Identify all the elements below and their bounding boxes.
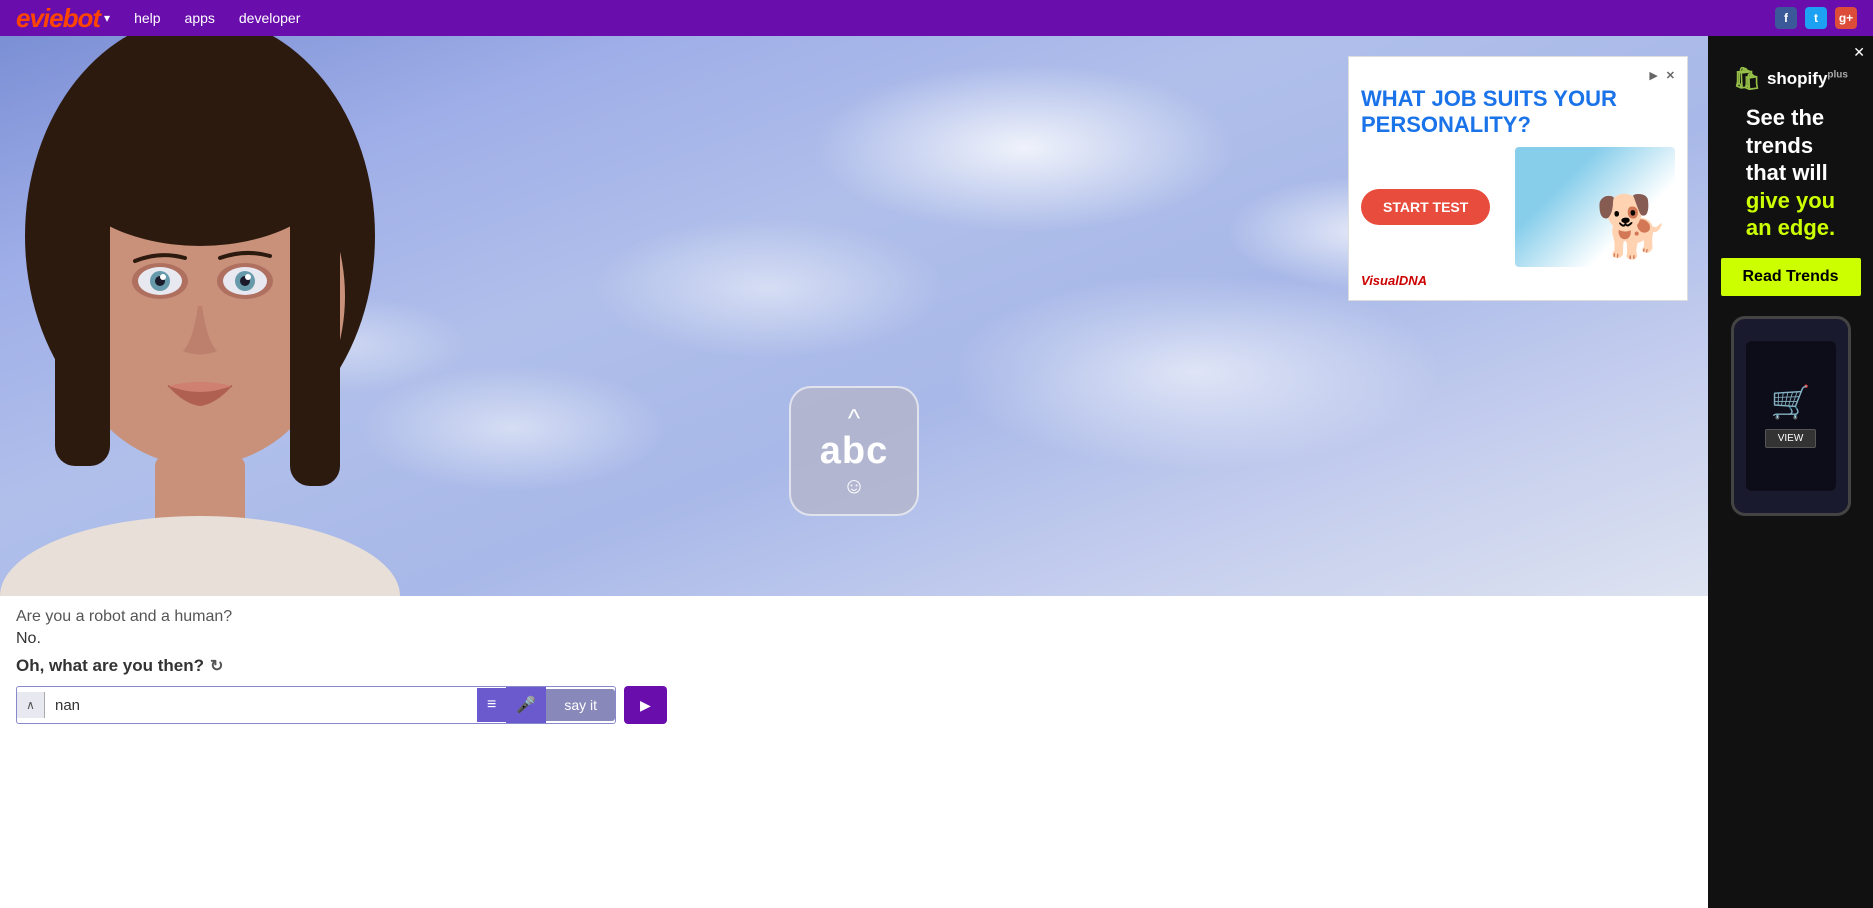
phone-screen: 🛒 VIEW <box>1746 341 1836 491</box>
chat-followup: Oh, what are you then? ↻ <box>16 656 1692 676</box>
sidebar-close-icon[interactable]: ✕ <box>1853 44 1865 61</box>
phone-view-button[interactable]: VIEW <box>1765 429 1817 448</box>
tagline-line3: that will <box>1746 160 1828 185</box>
logo-text: eviebot <box>16 3 100 34</box>
ad-content-row: START TEST <box>1361 147 1675 267</box>
scroll-up-button[interactable]: ∧ <box>17 692 45 718</box>
shopify-logo-area: 🛍 shopifyplus <box>1733 66 1848 92</box>
menu-icon-button[interactable]: ≡ <box>477 688 506 722</box>
ad-banner: ▶ ✕ WHAT JOB SUITS YOUR PERSONALITY? STA… <box>1348 56 1688 301</box>
chat-answer: No. <box>16 630 1692 648</box>
ad-brand-label: VisualDNA <box>1361 273 1675 288</box>
phone-mockup: 🛒 VIEW <box>1731 316 1851 516</box>
nav-developer-link[interactable]: developer <box>239 10 301 26</box>
abc-smile-icon: ☺ <box>843 473 865 499</box>
mic-icon-button[interactable]: 🎤 <box>506 687 546 723</box>
avatar-area: ^ abc ☺ ▶ ✕ WHAT JOB SUITS YOUR PERSONAL… <box>0 36 1708 596</box>
refresh-icon[interactable]: ↻ <box>210 656 223 676</box>
nav-apps-link[interactable]: apps <box>185 10 215 26</box>
tagline-line2: trends <box>1746 133 1813 158</box>
center-content: ^ abc ☺ ▶ ✕ WHAT JOB SUITS YOUR PERSONAL… <box>0 36 1708 908</box>
ad-close-area: ▶ ✕ <box>1361 69 1675 82</box>
ad-headline: WHAT JOB SUITS YOUR PERSONALITY? <box>1361 86 1675 139</box>
read-trends-button[interactable]: Read Trends <box>1721 258 1861 296</box>
chat-input-row: ∧ ≡ 🎤 say it <box>16 686 616 724</box>
submit-button[interactable]: ▶ <box>624 686 667 724</box>
twitter-icon[interactable]: t <box>1805 7 1827 29</box>
right-sidebar-ad: ✕ 🛍 shopifyplus See the trends that will… <box>1708 36 1873 908</box>
chat-input-field[interactable] <box>45 689 477 722</box>
chat-followup-text: Oh, what are you then? <box>16 656 204 676</box>
top-navigation: eviebot ▾ help apps developer f t g+ <box>0 0 1873 36</box>
evie-avatar <box>0 36 520 596</box>
shopify-bag-icon: 🛍 <box>1733 66 1761 92</box>
facebook-icon[interactable]: f <box>1775 7 1797 29</box>
ad-dog-image <box>1515 147 1675 267</box>
shopify-plus-text: shopifyplus <box>1767 69 1848 89</box>
phone-cart-icon: 🛒 <box>1771 383 1811 421</box>
tagline-highlight2: an edge. <box>1746 215 1835 240</box>
chat-question: Are you a robot and a human? <box>16 608 1692 626</box>
tagline-highlight1: give you <box>1746 188 1835 213</box>
ad-close-icon[interactable]: ✕ <box>1666 69 1675 82</box>
sidebar-tagline: See the trends that will give you an edg… <box>1736 104 1845 242</box>
abc-overlay-button[interactable]: ^ abc ☺ <box>789 386 919 516</box>
chat-area: Are you a robot and a human? No. Oh, wha… <box>0 596 1708 736</box>
tagline-line1: See the <box>1746 105 1824 130</box>
logo-area[interactable]: eviebot ▾ <box>16 3 110 34</box>
ad-arrow-icon[interactable]: ▶ <box>1649 69 1657 82</box>
nav-help-link[interactable]: help <box>134 10 160 26</box>
say-it-button[interactable]: say it <box>546 689 615 721</box>
nav-social-icons: f t g+ <box>1775 7 1857 29</box>
googleplus-icon[interactable]: g+ <box>1835 7 1857 29</box>
logo-dropdown-icon[interactable]: ▾ <box>104 11 110 25</box>
ad-cta-button[interactable]: START TEST <box>1361 189 1490 225</box>
main-layout: ^ abc ☺ ▶ ✕ WHAT JOB SUITS YOUR PERSONAL… <box>0 36 1873 908</box>
abc-text: abc <box>820 430 888 473</box>
